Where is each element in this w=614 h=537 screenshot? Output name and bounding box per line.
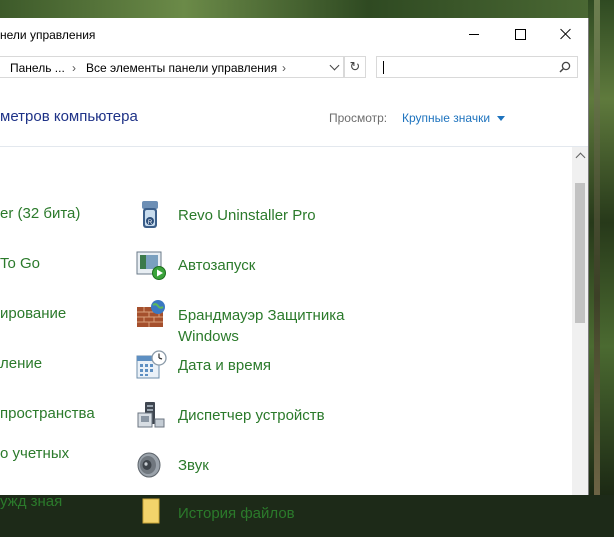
maximize-icon xyxy=(514,28,526,40)
title-bar[interactable]: нели управления xyxy=(0,18,588,52)
page-title: метров компьютера xyxy=(0,108,138,125)
minimize-button[interactable] xyxy=(451,18,497,50)
revo-uninstaller-icon: R xyxy=(142,201,158,228)
list-item[interactable]: To Go xyxy=(0,255,40,272)
view-by-dropdown[interactable]: Крупные значки xyxy=(402,111,490,125)
item-label: Диспетчер устройств xyxy=(178,407,325,424)
sound-icon xyxy=(137,452,161,478)
breadcrumb-separator[interactable]: › xyxy=(72,61,76,75)
vertical-scrollbar[interactable] xyxy=(572,147,588,495)
triangle-down-icon[interactable] xyxy=(497,116,505,121)
autoplay-icon xyxy=(136,251,166,280)
list-item[interactable]: пространства xyxy=(0,405,95,422)
content-header: метров компьютера Просмотр: Крупные знач… xyxy=(0,90,588,147)
desktop-background-top xyxy=(0,0,614,20)
list-item[interactable]: ирование xyxy=(0,305,66,322)
close-button[interactable] xyxy=(543,18,589,50)
window-title: нели управления xyxy=(0,28,96,42)
list-item[interactable]: о учетных xyxy=(0,445,69,462)
minimize-icon xyxy=(469,33,479,35)
address-history-dropdown[interactable] xyxy=(326,59,342,75)
list-item[interactable]: ужд зная xyxy=(0,493,62,510)
scroll-thumb[interactable] xyxy=(575,183,585,323)
item-label: Дата и время xyxy=(178,357,272,374)
chevron-down-icon xyxy=(329,60,339,70)
items-list: er (32 бита) To Go ирование ление простр… xyxy=(0,147,572,524)
item-label: Брандмауэр Защитника Windows xyxy=(178,307,345,345)
maximize-button[interactable] xyxy=(497,18,543,50)
control-panel-window: нели управления Панель ... › Все элемент… xyxy=(0,18,589,524)
search-input[interactable] xyxy=(376,56,578,78)
file-history-icon xyxy=(142,498,160,524)
breadcrumb-separator[interactable]: › xyxy=(282,61,286,75)
item-label: Revo Uninstaller Pro xyxy=(178,207,316,224)
device-manager-icon xyxy=(137,402,165,428)
chevron-up-icon xyxy=(575,152,585,162)
desktop-background xyxy=(588,0,614,495)
address-bar[interactable]: Панель ... › Все элементы панели управле… xyxy=(0,56,344,78)
text-caret xyxy=(383,61,384,74)
breadcrumb-control-panel[interactable]: Панель ... xyxy=(10,61,65,75)
refresh-button[interactable]: ↻ xyxy=(344,56,366,78)
list-item[interactable]: er (32 бита) xyxy=(0,205,80,222)
view-by-label: Просмотр: xyxy=(329,111,388,125)
item-label: История файлов xyxy=(178,505,295,522)
item-label: Звук xyxy=(178,457,209,474)
scroll-up-button[interactable] xyxy=(572,147,588,163)
close-icon xyxy=(560,28,572,40)
date-time-icon xyxy=(136,350,167,379)
refresh-icon: ↻ xyxy=(349,59,361,74)
svg-text:R: R xyxy=(148,220,153,226)
item-label: Автозапуск xyxy=(178,257,256,274)
breadcrumb-all-items[interactable]: Все элементы панели управления xyxy=(86,61,277,75)
firewall-icon xyxy=(137,300,165,327)
list-item[interactable]: ление xyxy=(0,355,42,372)
search-icon[interactable] xyxy=(559,61,571,73)
